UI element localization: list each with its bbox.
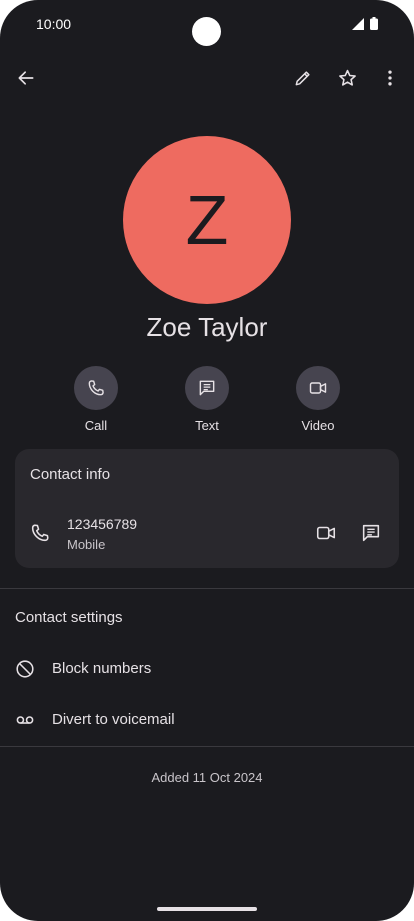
send-message-button[interactable] [360,522,382,549]
call-label: Call [84,418,108,433]
phone-icon [29,522,51,549]
text-label: Text [195,418,219,433]
video-call-button[interactable] [315,522,337,549]
voicemail-icon [14,709,36,736]
more-vert-icon [388,70,392,86]
divider [0,588,414,589]
divider [0,746,414,747]
text-button[interactable] [185,366,229,410]
phone-number[interactable]: 123456789 [67,516,137,532]
contact-info-title: Contact info [30,466,111,483]
divert-voicemail-row[interactable]: Divert to voicemail [0,698,414,742]
message-icon [199,380,215,396]
video-action[interactable]: Video [278,366,358,433]
avatar-initial: Z [185,181,229,259]
block-numbers-row[interactable]: Block numbers [0,647,414,691]
video-label: Video [301,418,335,433]
block-icon [14,658,36,685]
videocam-icon [316,526,336,540]
status-bar: 10:00 [0,0,414,50]
status-icons [352,17,378,30]
added-date: Added 11 Oct 2024 [151,770,263,785]
phone-type: Mobile [67,537,106,552]
signal-icon [352,17,364,30]
edit-button[interactable] [285,60,321,96]
phone-icon [88,380,104,396]
call-action[interactable]: Call [56,366,136,433]
back-button[interactable] [8,60,44,96]
videocam-icon [309,382,327,394]
call-button[interactable] [74,366,118,410]
message-icon [362,524,380,542]
divert-voicemail-label: Divert to voicemail [52,711,175,728]
home-indicator[interactable] [157,907,257,911]
status-time: 10:00 [36,16,72,32]
arrow-left-icon [18,71,34,85]
video-button[interactable] [296,366,340,410]
avatar: Z [123,136,291,304]
pencil-icon [295,71,310,86]
phone-screen: 10:00 Z Zoe Taylor Call Text Video Conta… [0,0,414,921]
text-action[interactable]: Text [167,366,247,433]
star-outline-icon [338,69,356,86]
camera-cutout [192,17,221,46]
app-bar [0,56,414,100]
favorite-button[interactable] [329,60,365,96]
contact-settings-title: Contact settings [15,609,123,626]
more-options-button[interactable] [372,60,408,96]
contact-name: Zoe Taylor [146,312,268,342]
battery-icon [370,17,378,30]
block-numbers-label: Block numbers [52,660,152,677]
contact-info-card: Contact info 123456789 Mobile [15,449,399,568]
